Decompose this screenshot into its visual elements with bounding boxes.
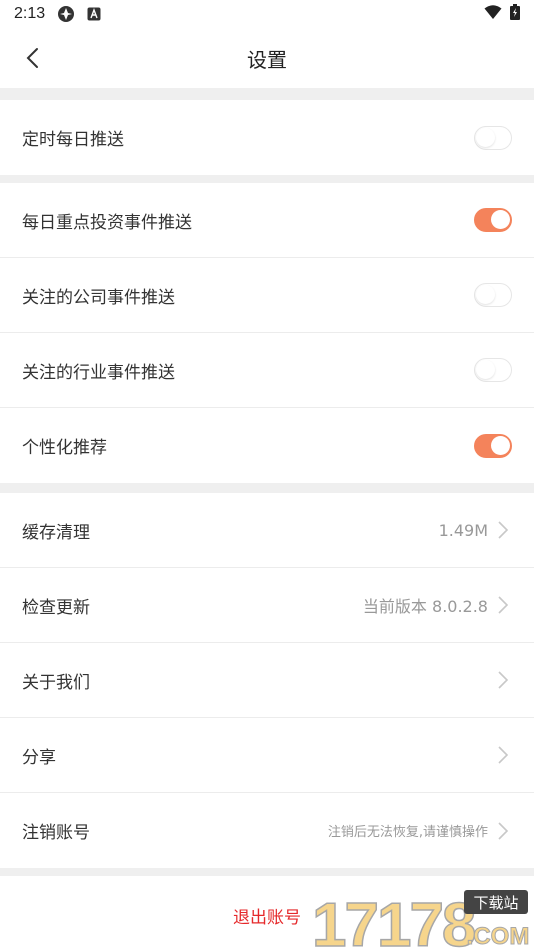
version-value: 当前版本 8.0.2.8 (362, 597, 488, 616)
followed-company-push-toggle[interactable] (474, 283, 512, 307)
status-bar: 2:13 (0, 0, 534, 28)
setting-label: 分享 (22, 747, 56, 768)
a-notification-icon (87, 7, 101, 21)
toggle-knob (476, 360, 495, 379)
chevron-right-icon (494, 594, 512, 616)
setting-row-personalized-recommend: 个性化推荐 (0, 408, 534, 483)
setting-row-delete-account[interactable]: 注销账号 注销后无法恢复,请谨慎操作 (0, 793, 534, 868)
setting-label: 注销账号 (22, 823, 90, 843)
cache-size-value: 1.49M (438, 520, 488, 540)
key-investment-push-toggle[interactable] (474, 208, 512, 232)
logout-button[interactable]: 退出账号 (233, 903, 301, 928)
toggle-knob (476, 285, 495, 304)
watermark-number: 17178 (312, 891, 475, 950)
setting-row-share[interactable]: 分享 (0, 718, 534, 793)
setting-label: 检查更新 (22, 597, 90, 618)
setting-row-check-update[interactable]: 检查更新 当前版本 8.0.2.8 (0, 568, 534, 643)
setting-row-key-investment-push: 每日重点投资事件推送 (0, 183, 534, 258)
toggle-knob (491, 210, 510, 229)
toggle-knob (491, 435, 510, 455)
scheduled-push-toggle[interactable] (474, 125, 512, 150)
setting-label: 缓存清理 (22, 522, 90, 543)
setting-label: 定时每日推送 (22, 130, 124, 150)
setting-label: 关于我们 (22, 672, 90, 693)
setting-row-scheduled-push: 定时每日推送 (0, 100, 534, 175)
app-notification-icon (57, 5, 75, 23)
chevron-right-icon (494, 519, 512, 541)
setting-row-clear-cache[interactable]: 缓存清理 1.49M (0, 493, 534, 568)
event-push-section: 每日重点投资事件推送 关注的公司事件推送 关注的行业事件推送 个性化推荐 (0, 183, 534, 483)
setting-row-about-us[interactable]: 关于我们 (0, 643, 534, 718)
setting-row-followed-industry-push: 关注的行业事件推送 (0, 333, 534, 408)
setting-label: 个性化推荐 (22, 438, 107, 458)
chevron-right-icon (494, 820, 512, 842)
status-time: 2:13 (14, 5, 46, 22)
setting-label: 每日重点投资事件推送 (22, 212, 192, 233)
setting-label: 关注的公司事件推送 (22, 287, 175, 308)
setting-row-followed-company-push: 关注的公司事件推送 (0, 258, 534, 333)
watermark-domain: .COM (467, 923, 530, 950)
nav-header: 设置 (0, 28, 534, 88)
battery-icon (510, 4, 520, 24)
scheduled-push-section: 定时每日推送 (0, 100, 534, 175)
personalized-recommend-toggle[interactable] (474, 433, 512, 458)
watermark-tag: 下载站 (473, 894, 518, 912)
back-button[interactable] (18, 44, 46, 72)
chevron-right-icon (494, 669, 512, 691)
delete-account-warning: 注销后无法恢复,请谨慎操作 (327, 825, 488, 840)
chevron-right-icon (494, 744, 512, 766)
setting-label: 关注的行业事件推送 (22, 362, 175, 383)
page-title: 设置 (247, 47, 287, 72)
watermark-logo: 17178 下载站 .COM (308, 886, 532, 950)
toggle-knob (476, 127, 495, 147)
followed-industry-push-toggle[interactable] (474, 358, 512, 382)
general-section: 缓存清理 1.49M 检查更新 当前版本 8.0.2.8 关于我们 分享 注销账… (0, 493, 534, 868)
chevron-left-icon (26, 48, 38, 68)
wifi-icon (484, 4, 502, 24)
